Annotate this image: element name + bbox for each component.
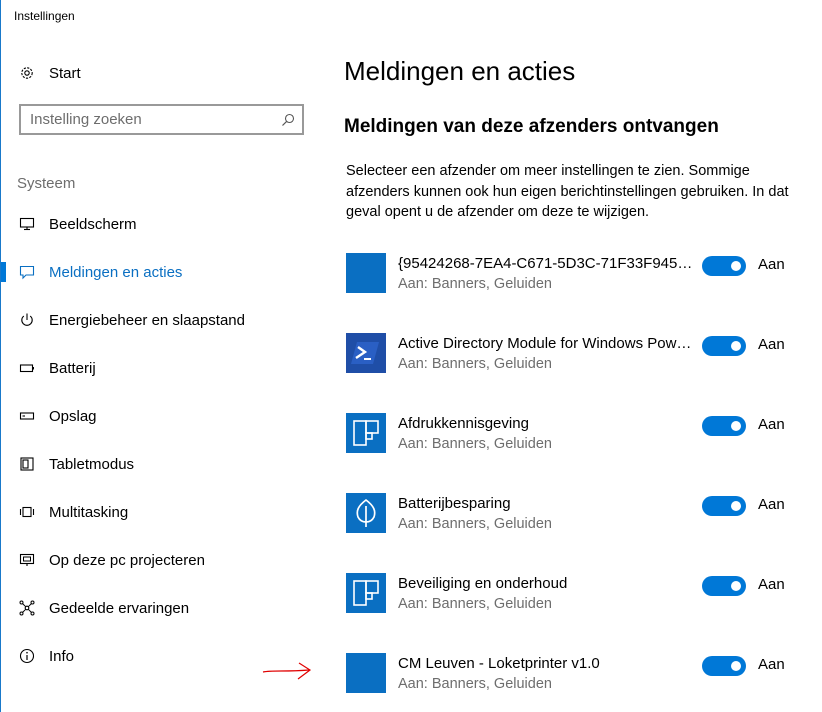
sender-item[interactable]: {95424268-7EA4-C671-5D3C-71F33F945E8… Aa… [346,253,816,313]
sender-name: CM Leuven - Loketprinter v1.0 [398,655,600,672]
sender-status: Aan: Banners, Geluiden [398,516,552,532]
search-icon[interactable] [280,112,296,128]
blank-tile-icon [346,653,386,693]
notification-toggle[interactable] [702,656,746,676]
toggle-state-label: Aan [758,256,785,273]
toggle-knob [731,421,741,431]
blank-tile-icon [346,253,386,293]
notification-toggle[interactable] [702,496,746,516]
multitasking-icon [18,503,36,521]
sender-item[interactable]: Afdrukkennisgeving Aan: Banners, Geluide… [346,413,816,473]
sender-item[interactable]: Batterijbesparing Aan: Banners, Geluiden… [346,493,816,553]
sender-item[interactable]: Beveiliging en onderhoud Aan: Banners, G… [346,573,816,633]
sender-status: Aan: Banners, Geluiden [398,356,552,372]
sidebar-item-multitasking[interactable]: Multitasking [1,492,331,532]
sidebar-item-energiebeheer[interactable]: Energiebeheer en slaapstand [1,300,331,340]
leaf-icon [346,493,386,533]
search-input[interactable]: Instelling zoeken [19,104,304,135]
window-title: Instellingen [14,9,75,23]
sidebar-item-label: Batterij [49,359,96,377]
sender-item[interactable]: CM Leuven - Loketprinter v1.0 Aan: Banne… [346,653,816,712]
toggle-state-label: Aan [758,336,785,353]
toggle-state-label: Aan [758,416,785,433]
tiles-icon [346,573,386,613]
sidebar-item-opslag[interactable]: Opslag [1,396,331,436]
sender-status: Aan: Banners, Geluiden [398,276,552,292]
sidebar-item-label: Tabletmodus [49,455,135,473]
toggle-state-label: Aan [758,656,785,673]
page-title: Meldingen en acties [344,56,576,86]
sidebar-item-label: Info [49,647,75,665]
sidebar-item-meldingen[interactable]: Meldingen en acties [1,252,331,292]
notification-toggle[interactable] [702,416,746,436]
sender-name: {95424268-7EA4-C671-5D3C-71F33F945E8… [398,255,698,272]
storage-icon [18,407,36,425]
sender-name: Afdrukkennisgeving [398,415,529,432]
shared-icon [18,599,36,617]
settings-window: Instellingen Start Instelling zoeken Sys… [0,0,822,712]
sidebar-item-label: Beeldscherm [49,215,137,233]
notification-toggle[interactable] [702,336,746,356]
sidebar-item-label: Op deze pc projecteren [49,551,205,569]
toggle-knob [731,581,741,591]
battery-icon [18,359,36,377]
toggle-knob [731,501,741,511]
sidebar-item-label: Energiebeheer en slaapstand [49,311,245,329]
sidebar-item-gedeelde-ervaringen[interactable]: Gedeelde ervaringen [1,588,331,628]
notification-toggle[interactable] [702,576,746,596]
toggle-knob [731,261,741,271]
section-description: Selecteer een afzender om meer instellin… [346,163,789,220]
sidebar-item-label: Multitasking [49,503,129,521]
sender-status: Aan: Banners, Geluiden [398,596,552,612]
tiles-icon [346,413,386,453]
toggle-state-label: Aan [758,496,785,513]
sidebar: Start Instelling zoeken Systeem Beeldsch… [1,32,331,712]
start-link[interactable]: Start [1,53,331,93]
info-icon [18,647,36,665]
sender-name: Beveiliging en onderhoud [398,575,568,592]
sidebar-item-beeldscherm[interactable]: Beeldscherm [1,204,331,244]
notification-toggle[interactable] [702,256,746,276]
power-icon [18,311,36,329]
sender-name: Batterijbesparing [398,495,511,512]
sender-status: Aan: Banners, Geluiden [398,436,552,452]
red-arrow-icon [262,662,312,680]
sidebar-item-label: Opslag [49,407,97,425]
tablet-icon [18,455,36,473]
toggle-knob [731,341,741,351]
toggle-knob [731,661,741,671]
start-label: Start [49,64,81,82]
sidebar-item-label: Gedeelde ervaringen [49,599,190,617]
notification-icon [18,263,36,281]
sender-name: Active Directory Module for Windows Pow… [398,335,692,352]
toggle-state-label: Aan [758,576,785,593]
sender-item[interactable]: Active Directory Module for Windows Pow…… [346,333,816,393]
sidebar-item-batterij[interactable]: Batterij [1,348,331,388]
search-placeholder: Instelling zoeken [30,111,142,128]
main-content: Meldingen en acties Meldingen van deze a… [331,32,822,712]
monitor-icon [18,215,36,233]
section-title: Meldingen van deze afzenders ontvangen [344,116,719,137]
title-bar: Instellingen [1,0,822,32]
sender-status: Aan: Banners, Geluiden [398,676,552,692]
project-icon [18,551,36,569]
gear-icon [18,64,36,82]
powershell-icon [346,333,386,373]
sidebar-item-tabletmodus[interactable]: Tabletmodus [1,444,331,484]
sidebar-item-projecteren[interactable]: Op deze pc projecteren [1,540,331,580]
sidebar-item-label: Meldingen en acties [49,263,183,281]
group-label-systeem: Systeem [17,175,76,192]
active-indicator [1,262,6,282]
